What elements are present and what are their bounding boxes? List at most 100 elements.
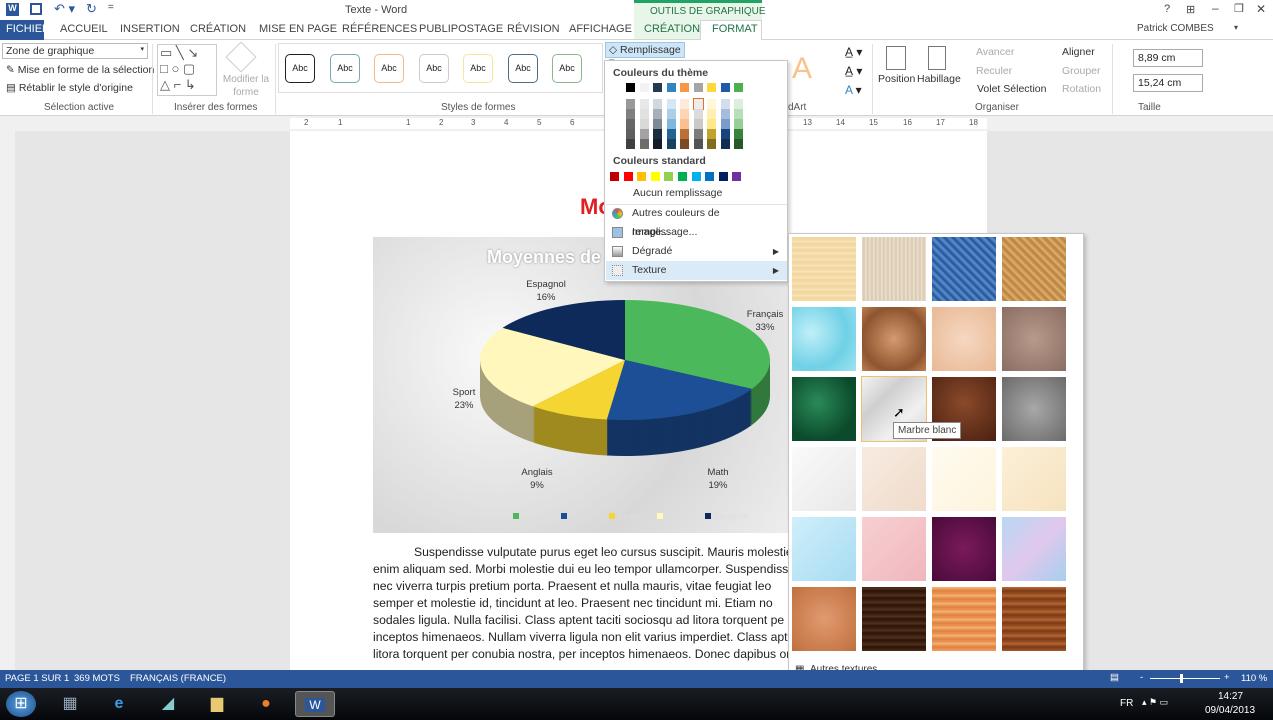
help-button[interactable]: ? (1164, 3, 1170, 15)
firefox-icon[interactable]: ● (251, 691, 281, 717)
texture-swatch[interactable] (1002, 587, 1066, 651)
standard-color-swatch[interactable] (691, 172, 701, 181)
texture-swatch[interactable] (792, 237, 856, 301)
tab-view[interactable]: AFFICHAGE (569, 23, 632, 35)
file-explorer-icon[interactable]: ▆ (202, 691, 232, 717)
theme-color-shade[interactable] (707, 109, 716, 119)
minimize-button[interactable]: – (1212, 1, 1219, 15)
standard-color-swatch[interactable] (718, 172, 728, 181)
word-taskbar-icon[interactable]: W (295, 691, 335, 717)
theme-color-shade[interactable] (639, 119, 649, 129)
tab-chart-design[interactable]: CRÉATION (644, 23, 700, 35)
user-name[interactable]: Patrick COMBES (1137, 23, 1214, 34)
shape-style-1[interactable]: Abc (285, 54, 315, 83)
zoom-slider-thumb[interactable] (1180, 674, 1183, 683)
input-language[interactable]: FR (1120, 698, 1133, 709)
save-icon[interactable] (30, 3, 42, 15)
ribbon-display-button[interactable]: ⊞ (1186, 3, 1195, 16)
texture-swatch[interactable] (862, 237, 926, 301)
theme-color-shade[interactable] (653, 99, 662, 109)
texture-swatch[interactable] (1002, 307, 1066, 371)
start-button[interactable]: ⊞ (6, 691, 36, 717)
word-count[interactable]: 369 MOTS (74, 673, 120, 684)
zoom-in-button[interactable]: + (1224, 672, 1230, 683)
theme-color-shade[interactable] (653, 109, 662, 119)
standard-color-swatch[interactable] (637, 172, 647, 181)
theme-color-shade[interactable] (666, 109, 676, 119)
theme-color-shade[interactable] (680, 109, 689, 119)
texture-swatch[interactable] (1002, 447, 1066, 511)
theme-color-shade[interactable] (693, 109, 703, 119)
theme-color-shade[interactable] (680, 99, 689, 109)
theme-color-swatch[interactable] (720, 83, 730, 92)
texture-swatch[interactable] (862, 587, 926, 651)
tab-home[interactable]: ACCUEIL (60, 23, 108, 35)
standard-color-swatch[interactable] (610, 172, 619, 181)
theme-color-shade[interactable] (720, 119, 730, 129)
theme-color-shade[interactable] (639, 129, 649, 139)
texture-swatch[interactable] (1002, 517, 1066, 581)
group-button[interactable]: Grouper (1062, 65, 1101, 77)
shape-fill-button[interactable]: ◇ Remplissage ▾ (605, 42, 685, 68)
format-selection-button[interactable]: ✎ Mise en forme de la sélection (6, 64, 154, 76)
close-button[interactable]: ✕ (1256, 2, 1266, 16)
theme-color-shade[interactable] (720, 99, 730, 109)
standard-color-swatch[interactable] (678, 172, 687, 181)
texture-swatch[interactable] (862, 517, 926, 581)
customize-qat-icon[interactable]: = (108, 2, 114, 13)
position-button[interactable]: Position (878, 73, 915, 85)
shapes-gallery[interactable]: ▭ ╲ ↘ □ ○ ▢ △ ⌐ ↳ (157, 44, 217, 96)
tab-insert[interactable]: INSERTION (120, 23, 180, 35)
theme-color-shade[interactable] (626, 119, 635, 129)
theme-color-shade[interactable] (666, 119, 676, 129)
theme-color-shade[interactable] (639, 99, 649, 109)
theme-color-swatch[interactable] (626, 83, 635, 92)
vertical-ruler[interactable] (0, 131, 15, 670)
tab-review[interactable]: RÉVISION (507, 23, 560, 35)
reset-style-button[interactable]: ▤ Rétablir le style d'origine (6, 82, 133, 94)
theme-color-shade[interactable] (734, 139, 743, 149)
theme-color-shade[interactable] (720, 129, 730, 139)
user-dropdown-icon[interactable]: ▾ (1234, 23, 1238, 32)
texture-swatch[interactable] (932, 447, 996, 511)
web-layout-icon[interactable]: ▤ (1110, 672, 1119, 683)
tray-icons[interactable]: ▴ ⚑ ▭ (1142, 697, 1168, 708)
theme-color-swatch[interactable] (734, 83, 743, 92)
shape-style-7[interactable]: Abc (552, 54, 582, 83)
theme-color-shade[interactable] (734, 99, 743, 109)
shape-style-2[interactable]: Abc (330, 54, 360, 83)
theme-color-shade[interactable] (653, 129, 662, 139)
theme-color-shade[interactable] (653, 139, 662, 149)
shape-style-4[interactable]: Abc (419, 54, 449, 83)
theme-color-shade[interactable] (680, 129, 689, 139)
redo-icon[interactable]: ↻ (86, 1, 97, 17)
theme-color-shade[interactable] (626, 139, 635, 149)
calculator-icon[interactable]: ▦ (55, 691, 85, 717)
theme-color-shade[interactable] (734, 119, 743, 129)
zoom-out-button[interactable]: - (1140, 672, 1143, 683)
standard-color-swatch[interactable] (623, 172, 633, 181)
theme-color-swatch[interactable] (693, 83, 703, 92)
texture-swatch[interactable] (932, 517, 996, 581)
send-backward-button[interactable]: Reculer (976, 65, 1012, 77)
texture-fill-item[interactable]: Texture ▶ (606, 261, 787, 280)
theme-color-shade[interactable] (693, 119, 703, 129)
clock-time[interactable]: 14:27 (1218, 691, 1243, 702)
texture-swatch[interactable] (792, 307, 856, 371)
shape-height-input[interactable]: 8,89 cm (1133, 49, 1203, 67)
theme-color-swatch[interactable] (707, 83, 716, 92)
theme-color-shade[interactable] (666, 129, 676, 139)
texture-swatch[interactable] (932, 587, 996, 651)
no-fill-item[interactable]: Aucun remplissage (606, 184, 787, 203)
standard-color-swatch[interactable] (664, 172, 674, 181)
undo-icon[interactable]: ↶ ▾ (54, 1, 75, 17)
zoom-level[interactable]: 110 % (1241, 673, 1267, 684)
theme-color-shade[interactable] (707, 139, 716, 149)
tab-design[interactable]: CRÉATION (190, 23, 246, 35)
standard-color-swatch[interactable] (732, 172, 742, 181)
theme-color-shade[interactable] (680, 139, 689, 149)
theme-color-shade[interactable] (693, 129, 703, 139)
shape-width-input[interactable]: 15,24 cm (1133, 74, 1203, 92)
texture-swatch[interactable] (1002, 237, 1066, 301)
tab-layout[interactable]: MISE EN PAGE (259, 23, 337, 35)
